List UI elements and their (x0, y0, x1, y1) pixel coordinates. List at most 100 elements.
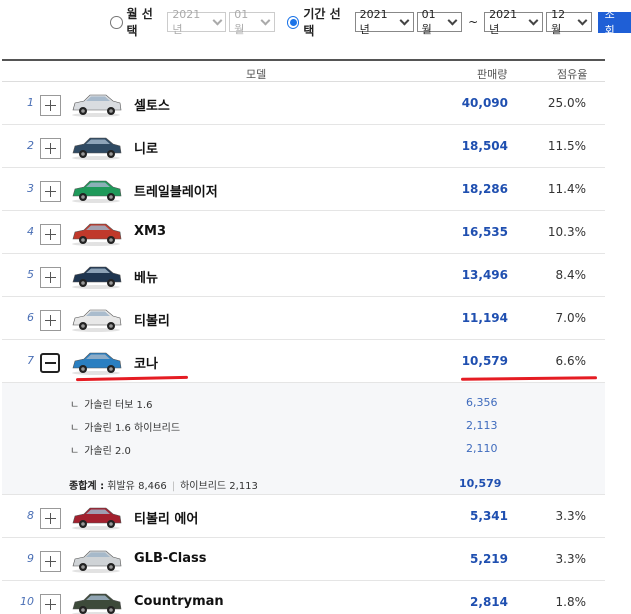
sales-value: 40,090 (461, 96, 508, 110)
sub-item-marker: ㄴ (70, 400, 80, 411)
trim-row: ㄴ 가솔린 터보 1.6 6,356 (70, 396, 498, 411)
expand-button[interactable] (40, 181, 61, 202)
sub-item-marker: ㄴ (70, 423, 80, 434)
share-value: 1.8% (555, 595, 587, 609)
hybrid-value: 2,113 (229, 481, 258, 492)
model-name[interactable]: 코나 (134, 353, 158, 372)
chevron-down-icon (528, 15, 539, 25)
share-value: 25.0% (547, 96, 586, 110)
rank-number: 8 (27, 509, 34, 522)
model-name[interactable]: GLB-Class (134, 551, 207, 566)
car-image (70, 349, 123, 376)
car-image (70, 590, 123, 614)
rank-number: 1 (27, 96, 34, 109)
table-row: 6 티볼리 11,194 7.0% (2, 297, 605, 340)
share-value: 8.4% (555, 268, 587, 282)
sales-value: 11,194 (461, 311, 508, 325)
header-model: 모델 (246, 68, 267, 81)
car-image (70, 263, 123, 290)
rank-number: 10 (20, 595, 34, 608)
expand-button[interactable] (40, 594, 61, 614)
expand-button[interactable] (40, 267, 61, 288)
expand-button[interactable] (40, 551, 61, 572)
model-name[interactable]: Countryman (134, 594, 224, 609)
chevron-down-icon (399, 15, 410, 25)
sales-value: 5,219 (470, 552, 508, 566)
expand-button[interactable] (40, 138, 61, 159)
rank-number: 6 (27, 311, 34, 324)
sales-value: 16,535 (461, 225, 508, 239)
to-year-select[interactable]: 2021년 (484, 8, 544, 36)
sales-value: 10,579 (461, 354, 508, 368)
trim-sales: 2,113 (466, 419, 498, 432)
table-header: 모델 판매량 점유율 (2, 59, 605, 82)
model-name[interactable]: XM3 (134, 224, 166, 239)
share-value: 6.6% (555, 354, 587, 368)
car-image (70, 547, 123, 574)
trim-row: ㄴ 가솔린 2.0 2,110 (70, 442, 498, 457)
rank-number: 4 (27, 225, 34, 238)
table-row: 3 트레일블레이저 18,286 11.4% (2, 168, 605, 211)
expand-button[interactable] (40, 95, 61, 116)
sales-value: 5,341 (470, 509, 508, 523)
header-share: 점유율 (557, 68, 588, 81)
period-label: 기간 선택 (303, 7, 341, 38)
expand-button[interactable] (40, 508, 61, 529)
rank-number: 5 (27, 268, 34, 281)
trim-row: ㄴ 가솔린 1.6 하이브리드 2,113 (70, 419, 498, 434)
table-row: 4 XM3 16,535 10.3% (2, 211, 605, 254)
fuel-value: 8,466 (138, 481, 167, 492)
monthly-radio[interactable] (110, 15, 123, 29)
total-label: 종합계 : (69, 481, 105, 492)
car-image (70, 91, 123, 118)
period-filter: 월 선택 2021년 01월 기간 선택 2021년 01월 ~ 2021년 1… (110, 7, 631, 38)
car-image (70, 177, 123, 204)
range-separator: ~ (468, 15, 479, 29)
model-name[interactable]: 니로 (134, 138, 158, 157)
collapse-button[interactable] (40, 353, 60, 373)
model-name[interactable]: 트레일블레이저 (134, 181, 218, 200)
sales-value: 18,504 (461, 139, 508, 153)
car-image (70, 504, 123, 531)
chevron-down-icon (577, 15, 588, 25)
table-row: 8 티볼리 에어 5,341 3.3% (2, 495, 605, 538)
table-row: 1 셀토스 40,090 25.0% (2, 82, 605, 125)
from-year-select[interactable]: 2021년 (354, 8, 414, 36)
trim-name: 가솔린 터보 1.6 (84, 400, 153, 411)
trim-name: 가솔린 1.6 하이브리드 (84, 423, 181, 434)
sales-value: 2,814 (470, 595, 508, 609)
share-value: 7.0% (555, 311, 587, 325)
rank-number: 2 (27, 139, 34, 152)
sub-item-marker: ㄴ (70, 446, 80, 457)
model-name[interactable]: 베뉴 (134, 267, 158, 286)
table-row: 5 베뉴 13,496 8.4% (2, 254, 605, 297)
sales-table: 모델 판매량 점유율 1 셀토스 40,090 25.0% 2 니로 18,504 11.5%… (2, 59, 605, 614)
share-value: 11.4% (547, 182, 586, 196)
expand-button[interactable] (40, 224, 61, 245)
from-month-select[interactable]: 01월 (416, 8, 463, 36)
expand-button[interactable] (40, 310, 61, 331)
trim-name: 가솔린 2.0 (84, 446, 131, 457)
period-radio[interactable] (286, 15, 300, 29)
to-month-select[interactable]: 12월 (546, 8, 592, 36)
table-body: 1 셀토스 40,090 25.0% 2 니로 18,504 11.5% 3 트레일블레이저 18,… (2, 82, 605, 614)
car-image (70, 220, 123, 247)
chevron-down-icon (447, 15, 458, 25)
monthly-month-select: 01월 (229, 8, 275, 36)
model-name[interactable]: 티볼리 에어 (134, 508, 198, 527)
hybrid-label: 하이브리드 (180, 481, 227, 492)
sales-value: 18,286 (461, 182, 508, 196)
search-button[interactable]: 조회 (597, 8, 631, 37)
table-row: 10 Countryman 2,814 1.8% (2, 581, 605, 614)
model-name[interactable]: 셀토스 (134, 95, 170, 114)
monthly-label: 월 선택 (126, 7, 153, 38)
share-value: 10.3% (547, 225, 586, 239)
rank-number: 3 (27, 182, 34, 195)
total-value: 10,579 (459, 477, 502, 490)
monthly-year-select: 2021년 (167, 8, 227, 36)
fuel-label: 휘발유 (107, 481, 135, 492)
table-row: 9 GLB-Class 5,219 3.3% (2, 538, 605, 581)
model-name[interactable]: 티볼리 (134, 310, 170, 329)
rank-number: 7 (27, 354, 34, 367)
share-value: 3.3% (555, 552, 587, 566)
